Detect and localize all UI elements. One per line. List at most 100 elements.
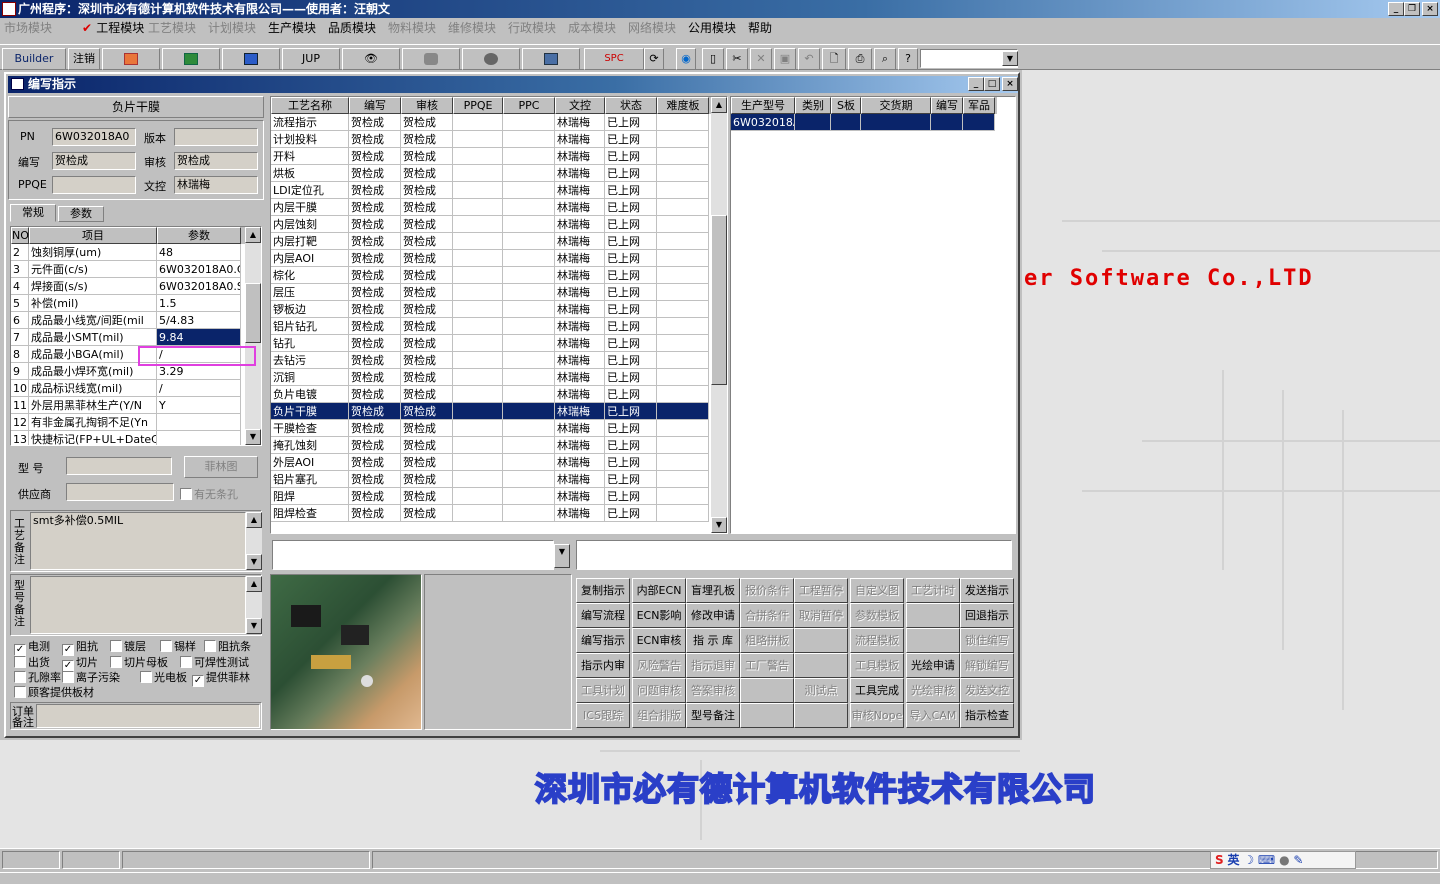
- action-button[interactable]: 指示退审: [686, 653, 740, 678]
- checkbox-9[interactable]: 孔隙率: [14, 669, 61, 685]
- process-col-header[interactable]: 难度板: [657, 97, 709, 114]
- undo-button[interactable]: ↶: [798, 48, 820, 70]
- checkbox-11[interactable]: 光电板: [140, 669, 187, 685]
- spc-button[interactable]: SPC: [584, 48, 644, 70]
- globe-button[interactable]: ◉: [676, 48, 696, 70]
- process-row[interactable]: 负片干膜 贺检成 贺检成 林瑞梅 已上网: [271, 403, 711, 420]
- scroll-thumb[interactable]: [245, 283, 261, 343]
- process-row[interactable]: 去钻污 贺检成 贺检成 林瑞梅 已上网: [271, 352, 711, 369]
- menu-item-11[interactable]: 公用模块: [688, 18, 736, 38]
- checkbox-2[interactable]: 镀层: [110, 638, 146, 654]
- eye-button[interactable]: 👁: [342, 48, 400, 70]
- checkbox-5[interactable]: 出货: [14, 654, 50, 670]
- menu-item-10[interactable]: 网络模块: [628, 18, 676, 38]
- param-row[interactable]: 11 外层用黑菲林生产(Y/N Y: [11, 397, 245, 414]
- excel-button[interactable]: [162, 48, 220, 70]
- unchecked-icon[interactable]: [204, 640, 216, 652]
- action-button[interactable]: [794, 653, 848, 678]
- action-button[interactable]: 内部ECN: [632, 578, 686, 603]
- process-row[interactable]: 计划投料 贺检成 贺检成 林瑞梅 已上网: [271, 131, 711, 148]
- model-note-scrollbar[interactable]: ▲ ▼: [246, 576, 262, 634]
- production-row[interactable]: 6W032018A0: [731, 114, 997, 131]
- production-col-header[interactable]: 类别: [795, 97, 831, 114]
- action-button[interactable]: 工艺计时: [906, 578, 960, 603]
- writer-field[interactable]: 贺检成: [52, 152, 136, 170]
- param-row[interactable]: 5 补偿(mil) 1.5: [11, 295, 245, 312]
- action-button[interactable]: [906, 603, 960, 628]
- action-button[interactable]: 取消暂停: [794, 603, 848, 628]
- action-button[interactable]: 型号备注: [686, 703, 740, 728]
- new-file-button[interactable]: ▯: [702, 48, 724, 70]
- process-col-header[interactable]: 审核: [401, 97, 453, 114]
- doc-control-field[interactable]: 林瑞梅: [174, 176, 258, 194]
- param-row[interactable]: 10 成品标识线宽(mil) /: [11, 380, 245, 397]
- action-button[interactable]: 组合排版: [632, 703, 686, 728]
- tab-general[interactable]: 常规: [10, 204, 56, 222]
- process-row[interactable]: 内层蚀刻 贺检成 贺检成 林瑞梅 已上网: [271, 216, 711, 233]
- menu-item-6[interactable]: 物料模块: [388, 18, 436, 38]
- action-button[interactable]: [906, 628, 960, 653]
- action-button[interactable]: 问题审核: [632, 678, 686, 703]
- process-row[interactable]: 掩孔蚀刻 贺检成 贺检成 林瑞梅 已上网: [271, 437, 711, 454]
- param-row[interactable]: 3元件面(c/s)6W032018A0.CS: [11, 261, 245, 278]
- param-row[interactable]: 7 成品最小SMT(mil) 9.84: [11, 329, 245, 346]
- model-field[interactable]: [66, 457, 172, 475]
- window-close-button[interactable]: ×: [1002, 77, 1018, 91]
- action-button[interactable]: 合拼条件: [740, 603, 794, 628]
- refresh-button[interactable]: ⟳: [644, 48, 664, 70]
- process-scrollbar[interactable]: ▲ ▼: [711, 97, 727, 533]
- unchecked-icon[interactable]: [140, 671, 152, 683]
- process-row[interactable]: 锣板边 贺检成 贺检成 林瑞梅 已上网: [271, 301, 711, 318]
- help-button[interactable]: ?: [898, 48, 918, 70]
- print-button[interactable]: ⎙: [848, 48, 872, 70]
- supplier-field[interactable]: [66, 483, 174, 501]
- action-button[interactable]: 复制指示: [576, 578, 630, 603]
- action-button[interactable]: 指示检查: [960, 703, 1014, 728]
- action-button[interactable]: 修改申请: [686, 603, 740, 628]
- delete-button[interactable]: ✕: [750, 48, 772, 70]
- process-row[interactable]: 铝片钻孔 贺检成 贺检成 林瑞梅 已上网: [271, 318, 711, 335]
- production-col-header[interactable]: 军品: [963, 97, 995, 114]
- action-button[interactable]: ECN影响: [632, 603, 686, 628]
- process-col-header[interactable]: PPC: [503, 97, 555, 114]
- action-button[interactable]: ECN审核: [632, 628, 686, 653]
- ime-toolbar[interactable]: S 英 ☽ ⌨ ● ✎: [1210, 851, 1356, 869]
- logout-button[interactable]: 注销: [68, 48, 100, 70]
- version-field[interactable]: [174, 128, 258, 146]
- ppqe-field[interactable]: [52, 176, 136, 194]
- action-button[interactable]: [740, 678, 794, 703]
- action-button[interactable]: 发送指示: [960, 578, 1014, 603]
- powerpoint-button[interactable]: [102, 48, 160, 70]
- action-button[interactable]: [794, 628, 848, 653]
- checkbox-12[interactable]: ✓ 提供菲林: [192, 669, 250, 687]
- action-button[interactable]: 工具计划: [576, 678, 630, 703]
- process-note-field[interactable]: smt多补偿0.5MIL: [30, 512, 246, 570]
- menu-item-8[interactable]: 行政模块: [508, 18, 556, 38]
- process-col-header[interactable]: PPQE: [453, 97, 503, 114]
- param-row[interactable]: 12 有非金属孔掏铜不足(Yn: [11, 414, 245, 431]
- param-row[interactable]: 13 快捷标记(FP+UL+DateC/: [11, 431, 245, 445]
- action-button[interactable]: 报价条件: [740, 578, 794, 603]
- action-button[interactable]: 工具模板: [850, 653, 904, 678]
- process-row[interactable]: 外层AOI 贺检成 贺检成 林瑞梅 已上网: [271, 454, 711, 471]
- scroll-up-icon[interactable]: ▲: [246, 576, 262, 592]
- action-button[interactable]: 发送文控: [960, 678, 1014, 703]
- action-button[interactable]: 流程模板: [850, 628, 904, 653]
- process-row[interactable]: 干膜检查 贺检成 贺检成 林瑞梅 已上网: [271, 420, 711, 437]
- action-button[interactable]: 锁住编写: [960, 628, 1014, 653]
- network-button[interactable]: [462, 48, 520, 70]
- checkbox-8[interactable]: 可焊性测试: [180, 654, 249, 670]
- window-maximize-button[interactable]: □: [984, 77, 1000, 91]
- unchecked-icon[interactable]: [14, 671, 26, 683]
- action-button[interactable]: 粗略拼板: [740, 628, 794, 653]
- scroll-up-icon[interactable]: ▲: [245, 227, 261, 243]
- action-button[interactable]: 指示内审: [576, 653, 630, 678]
- action-button[interactable]: [740, 703, 794, 728]
- action-button[interactable]: 自定义图: [850, 578, 904, 603]
- process-row[interactable]: 内层干膜 贺检成 贺检成 林瑞梅 已上网: [271, 199, 711, 216]
- chevron-down-icon[interactable]: ▼: [1002, 51, 1018, 66]
- close-button[interactable]: ×: [1422, 2, 1438, 16]
- chevron-down-icon[interactable]: ▼: [554, 544, 570, 568]
- action-button[interactable]: 回退指示: [960, 603, 1014, 628]
- process-row[interactable]: 层压 贺检成 贺检成 林瑞梅 已上网: [271, 284, 711, 301]
